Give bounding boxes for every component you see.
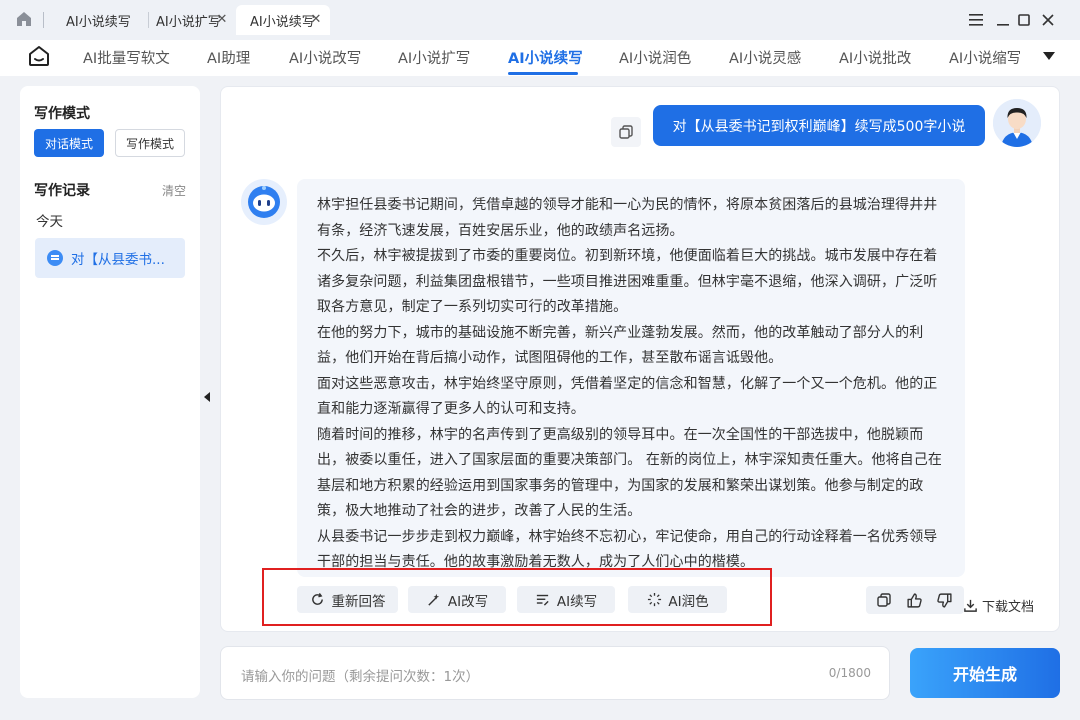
download-document-button[interactable]: 下载文档 <box>963 596 1034 615</box>
magic-wand-icon <box>426 592 442 608</box>
home-nav-icon[interactable] <box>27 44 51 68</box>
refresh-icon <box>310 592 326 608</box>
sidebar: 写作模式 对话模式 写作模式 写作记录 清空 今天 对【从县委书... <box>20 86 200 698</box>
ai-polish-label: AI润色 <box>668 593 709 610</box>
tab-ai-novel-expand[interactable]: AI小说扩写 ✕ <box>142 5 236 35</box>
copy-answer-icon[interactable] <box>875 591 893 609</box>
active-tab-indicator <box>508 72 578 75</box>
download-icon <box>963 598 978 613</box>
write-mode-button[interactable]: 写作模式 <box>115 129 185 157</box>
more-nav-button[interactable] <box>1020 40 1080 74</box>
answer-paragraph: 随着时间的推移，林宇的名声传到了更高级别的领导耳中。在一次全国性的干部选拔中，他… <box>317 426 942 520</box>
ai-continue-button[interactable]: AI续写 <box>517 586 615 613</box>
nav-item-review[interactable]: AI小说批改 <box>839 47 911 68</box>
ai-rewrite-button[interactable]: AI改写 <box>408 586 506 613</box>
history-record-item[interactable]: 对【从县委书... <box>35 238 185 278</box>
download-label: 下载文档 <box>982 600 1035 615</box>
chat-bubble-icon <box>47 250 63 266</box>
ai-continue-label: AI续写 <box>556 593 598 610</box>
clear-history-button[interactable]: 清空 <box>162 182 186 199</box>
tab-label: AI小说续写 <box>250 14 315 30</box>
history-record-label: 对【从县委书... <box>71 252 165 268</box>
nav-item-assistant[interactable]: AI助理 <box>207 47 250 68</box>
title-separator <box>43 12 44 28</box>
feature-nav: AI批量写软文 AI助理 AI小说改写 AI小说扩写 AI小说续写 AI小说润色… <box>0 40 1080 76</box>
answer-paragraph: 在他的努力下，城市的基础设施不断完善，新兴产业蓬勃发展。然而，他的改革触动了部分… <box>317 324 924 367</box>
maximize-icon[interactable] <box>1014 10 1034 30</box>
character-counter: 0/1800 <box>828 666 871 680</box>
nav-item-inspiration[interactable]: AI小说灵感 <box>729 47 801 68</box>
answer-paragraph: 面对这些恶意攻击，林宇始终坚守原则，凭借着坚定的信念和智慧，化解了一个又一个危机… <box>317 375 938 418</box>
nav-item-abridge[interactable]: AI小说缩写 <box>949 47 1021 68</box>
bot-avatar <box>241 179 287 225</box>
close-window-icon[interactable] <box>1038 10 1058 30</box>
ai-polish-button[interactable]: AI润色 <box>628 586 727 613</box>
answer-tools <box>866 586 964 614</box>
history-title: 写作记录 <box>34 183 90 199</box>
sparkle-icon <box>646 592 662 608</box>
tab-ai-novel-continue-1[interactable]: AI小说续写 <box>52 5 148 35</box>
answer-paragraph: 不久后，林宇被提拔到了市委的重要岗位。初到新环境，他便面临着巨大的挑战。城市发展… <box>317 248 938 315</box>
today-group-label: 今天 <box>36 214 63 230</box>
nav-item-continue[interactable]: AI小说续写 <box>508 47 583 68</box>
question-input-placeholder: 请输入你的问题（剩余提问次数：1次） <box>241 669 480 685</box>
nav-item-polish[interactable]: AI小说润色 <box>619 47 691 68</box>
answer-paragraph: 林宇担任县委书记期间，凭借卓越的领导才能和一心为民的情怀，将原本贫困落后的县城治… <box>317 197 938 239</box>
thumbs-down-icon[interactable] <box>935 591 953 609</box>
nav-item-expand[interactable]: AI小说扩写 <box>398 47 470 68</box>
tab-label: AI小说续写 <box>66 14 131 30</box>
minimize-icon[interactable] <box>993 10 1013 30</box>
user-message: 对【从县委书记到权利巅峰】续写成500字小说 <box>653 105 985 146</box>
menu-icon[interactable] <box>966 10 986 30</box>
regenerate-button[interactable]: 重新回答 <box>297 586 398 613</box>
ai-answer: 林宇担任县委书记期间，凭借卓越的领导才能和一心为民的情怀，将原本贫困落后的县城治… <box>297 179 965 577</box>
title-bar: AI小说续写 AI小说扩写 ✕ AI小说续写 ✕ <box>0 0 1080 40</box>
regenerate-label: 重新回答 <box>331 593 386 610</box>
home-icon[interactable] <box>14 9 34 29</box>
nav-item-batch-article[interactable]: AI批量写软文 <box>83 47 170 68</box>
copy-icon[interactable] <box>611 117 641 147</box>
text-lines-icon <box>535 592 551 608</box>
collapse-sidebar-button[interactable] <box>201 386 213 408</box>
writing-mode-title: 写作模式 <box>34 106 90 122</box>
ai-rewrite-label: AI改写 <box>447 593 489 610</box>
tab-label: AI小说扩写 <box>156 14 221 30</box>
chat-mode-button[interactable]: 对话模式 <box>34 129 104 157</box>
close-icon[interactable]: ✕ <box>308 12 324 28</box>
chevron-down-icon <box>1043 52 1055 60</box>
nav-item-rewrite[interactable]: AI小说改写 <box>289 47 361 68</box>
tab-ai-novel-continue-active[interactable]: AI小说续写 ✕ <box>236 5 330 35</box>
start-generate-button[interactable]: 开始生成 <box>910 648 1060 698</box>
user-avatar <box>993 99 1041 147</box>
question-input[interactable]: 请输入你的问题（剩余提问次数：1次） 0/1800 <box>220 646 890 700</box>
chevron-left-icon <box>204 392 210 402</box>
chat-panel: 对【从县委书记到权利巅峰】续写成500字小说 林宇担任县委书记期间，凭借卓越的领 <box>220 86 1060 632</box>
thumbs-up-icon[interactable] <box>905 591 923 609</box>
close-icon[interactable]: ✕ <box>214 12 230 28</box>
